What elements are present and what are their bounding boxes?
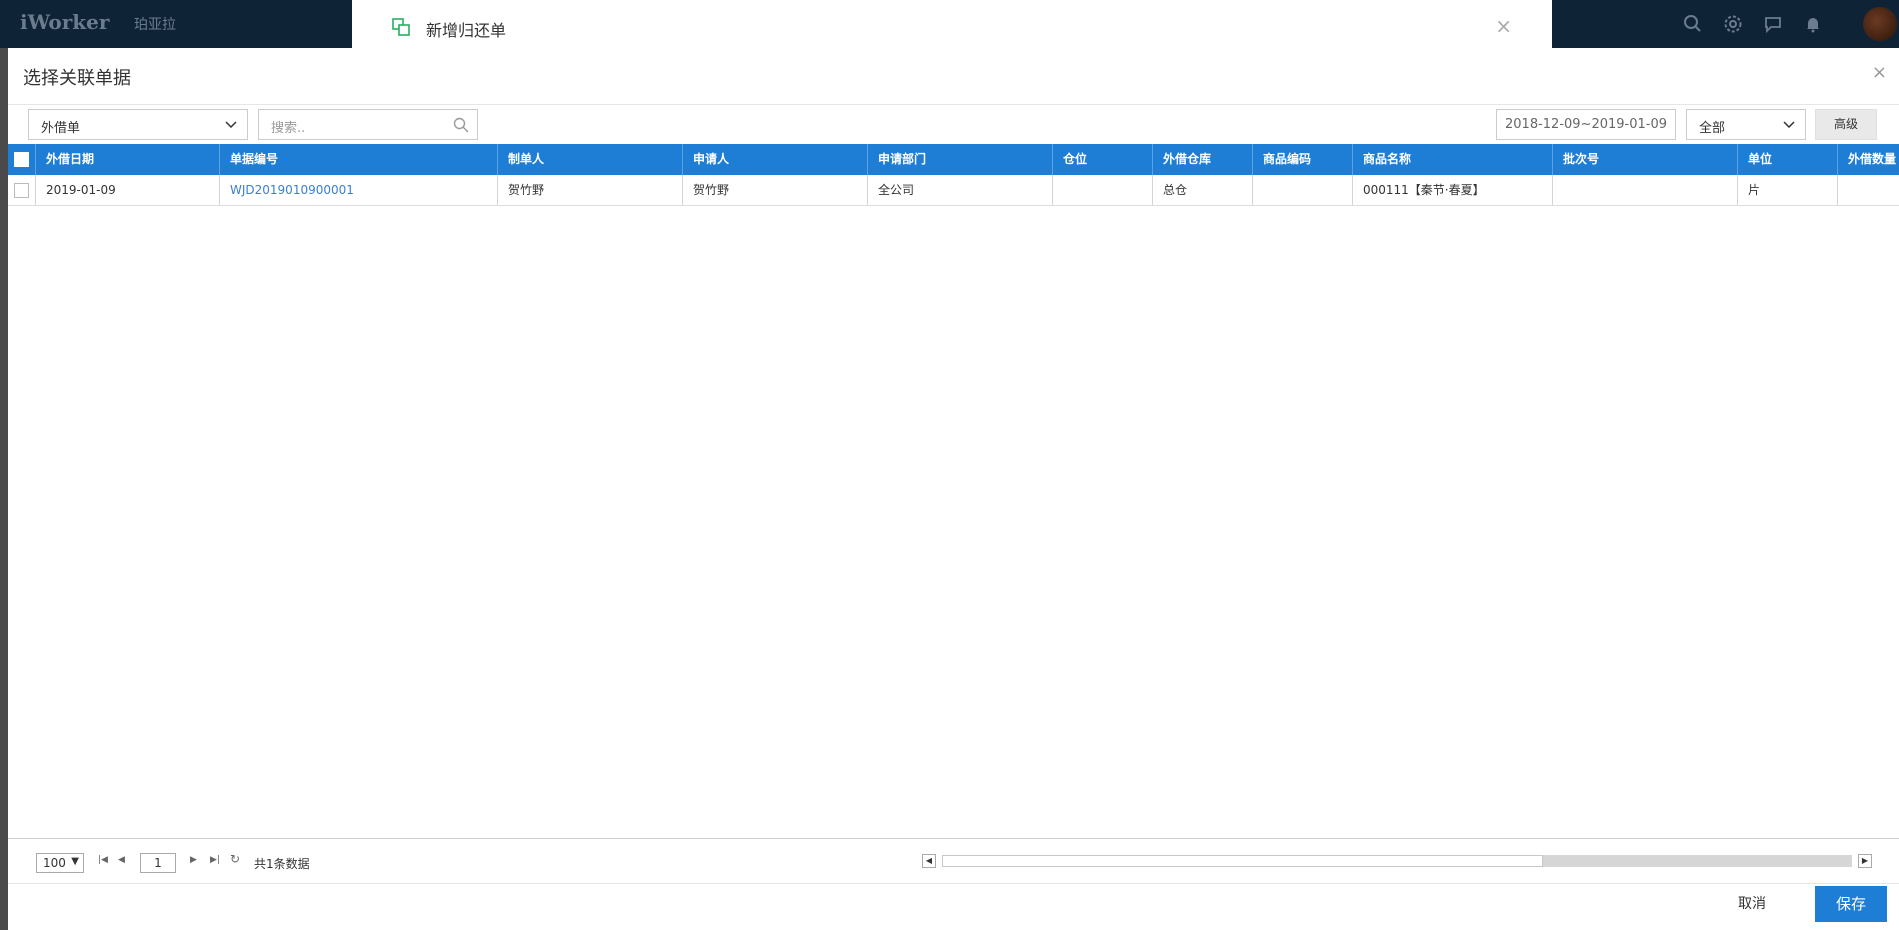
column-header[interactable]: 商品编码 [1253, 144, 1353, 175]
advanced-button[interactable]: 高级 [1815, 109, 1877, 140]
select-all-checkbox[interactable] [14, 152, 29, 167]
column-header[interactable]: 制单人 [498, 144, 683, 175]
prev-page-icon[interactable]: ◀ [118, 855, 125, 865]
page-size-value: 100 [43, 856, 66, 870]
first-page-icon[interactable]: |◀ [98, 855, 108, 865]
column-header[interactable]: 单据编号 [220, 144, 498, 175]
cell-quantity [1838, 175, 1899, 205]
search-placeholder: 搜索.. [271, 121, 306, 136]
document-grid: 外借日期 单据编号 制单人 申请人 申请部门 仓位 外借仓库 商品编码 商品名称… [8, 144, 1899, 839]
column-header[interactable]: 批次号 [1553, 144, 1738, 175]
save-button[interactable]: 保存 [1815, 886, 1887, 922]
search-icon[interactable] [1683, 14, 1703, 34]
scroll-track[interactable] [942, 855, 1852, 867]
column-header[interactable]: 外借数量 [1838, 144, 1899, 175]
last-page-icon[interactable]: ▶| [210, 855, 220, 865]
row-checkbox[interactable] [14, 182, 29, 198]
column-header[interactable]: 单位 [1738, 144, 1838, 175]
chevron-down-icon [225, 121, 237, 129]
search-icon[interactable] [453, 117, 469, 133]
drawer-title: 新增归还单 [426, 21, 507, 40]
cell-applicant: 贺竹野 [683, 175, 868, 205]
total-count: 共1条数据 [254, 857, 310, 871]
cancel-button[interactable]: 取消 [1717, 886, 1787, 922]
grid-header: 外借日期 单据编号 制单人 申请人 申请部门 仓位 外借仓库 商品编码 商品名称… [8, 144, 1899, 175]
column-header[interactable]: 商品名称 [1353, 144, 1553, 175]
column-header[interactable]: 申请部门 [868, 144, 1053, 175]
column-header[interactable]: 外借日期 [36, 144, 220, 175]
scroll-right-icon[interactable]: ▶ [1858, 854, 1872, 868]
chat-icon[interactable] [1763, 14, 1783, 34]
select-document-dialog: 选择关联单据 × 外借单 搜索.. 2018-12-09~2019-01-09 … [8, 48, 1899, 930]
table-row[interactable]: 2019-01-09 WJD2019010900001 贺竹野 贺竹野 全公司 … [8, 175, 1899, 206]
pagination-bar: 100 ▼ |◀ ◀ 1 ▶ ▶| ↻ 共1条数据 ◀ ▶ [8, 839, 1899, 884]
bell-icon[interactable] [1803, 14, 1823, 34]
dialog-close-icon[interactable]: × [1872, 62, 1887, 83]
cell-batch-number [1553, 175, 1738, 205]
cell-date: 2019-01-09 [36, 175, 220, 205]
next-page-icon[interactable]: ▶ [190, 855, 197, 865]
column-header[interactable]: 申请人 [683, 144, 868, 175]
date-range-value: 2018-12-09~2019-01-09 [1505, 117, 1667, 132]
drawer-close-icon[interactable]: × [1495, 14, 1512, 38]
dialog-title: 选择关联单据 [23, 68, 131, 89]
gear-icon[interactable] [1723, 14, 1743, 34]
triangle-down-icon: ▼ [71, 856, 79, 867]
refresh-icon[interactable]: ↻ [230, 852, 240, 866]
cell-document-number-link[interactable]: WJD2019010900001 [220, 175, 498, 205]
app-brand: 珀亚拉 [134, 17, 176, 33]
column-header[interactable]: 外借仓库 [1153, 144, 1253, 175]
status-select[interactable]: 全部 [1686, 109, 1806, 140]
avatar[interactable] [1863, 7, 1897, 41]
cell-warehouse: 总仓 [1153, 175, 1253, 205]
page-number-input[interactable]: 1 [140, 853, 176, 873]
status-value: 全部 [1699, 121, 1726, 136]
select-all-cell [8, 144, 36, 175]
dialog-header: 选择关联单据 × [8, 48, 1899, 105]
cell-department: 全公司 [868, 175, 1053, 205]
cell-unit: 片 [1738, 175, 1838, 205]
date-range-input[interactable]: 2018-12-09~2019-01-09 [1496, 109, 1676, 140]
cell-creator: 贺竹野 [498, 175, 683, 205]
chevron-down-icon [1783, 121, 1795, 129]
app-logo: iWorker [20, 10, 110, 34]
row-select-cell [8, 175, 36, 205]
column-header[interactable]: 仓位 [1053, 144, 1153, 175]
cell-product-name: 000111【秦节·春夏】 [1353, 175, 1553, 205]
page-size-select[interactable]: 100 ▼ [36, 853, 84, 873]
document-type-value: 外借单 [41, 121, 81, 136]
scroll-thumb[interactable] [942, 855, 1543, 867]
drawer-header: 新增归还单 × [352, 0, 1552, 48]
filter-toolbar: 外借单 搜索.. 2018-12-09~2019-01-09 全部 高级 [8, 109, 1899, 141]
document-type-select[interactable]: 外借单 [28, 109, 248, 140]
horizontal-scrollbar[interactable]: ◀ ▶ [922, 854, 1872, 870]
cell-location [1053, 175, 1153, 205]
topbar-icons [1683, 14, 1823, 34]
search-input[interactable]: 搜索.. [258, 109, 478, 140]
copy-icon [392, 18, 410, 36]
scroll-left-icon[interactable]: ◀ [922, 854, 936, 868]
cell-product-code [1253, 175, 1353, 205]
